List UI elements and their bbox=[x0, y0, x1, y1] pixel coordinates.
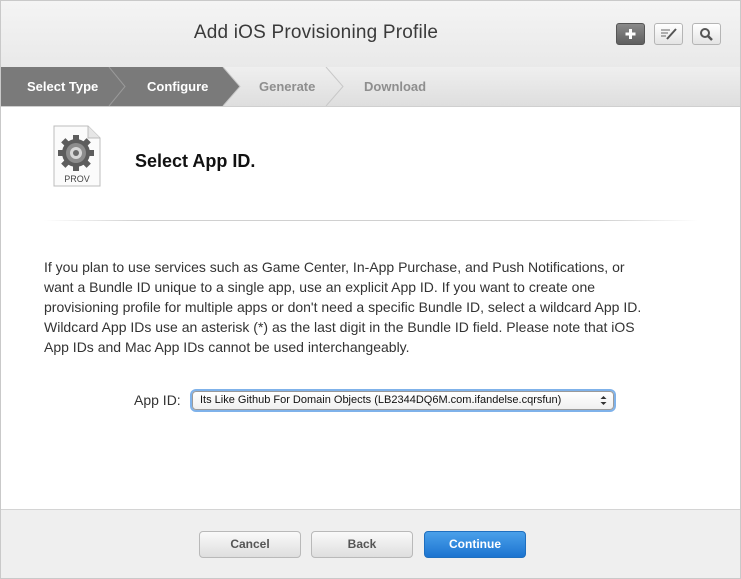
divider bbox=[43, 220, 698, 221]
step-generate: Generate bbox=[259, 79, 316, 94]
step-configure: Configure bbox=[147, 79, 209, 94]
search-button[interactable] bbox=[692, 23, 721, 45]
continue-button[interactable]: Continue bbox=[424, 531, 526, 558]
provisioning-profile-icon: PROV bbox=[52, 124, 102, 193]
page-title: Add iOS Provisioning Profile bbox=[193, 22, 439, 43]
progress-steps: Select Type Configure Generate Download bbox=[1, 67, 740, 107]
cancel-button[interactable]: Cancel bbox=[199, 531, 301, 558]
step-download: Download bbox=[364, 79, 427, 94]
edit-icon bbox=[661, 28, 677, 40]
edit-button[interactable] bbox=[654, 23, 683, 45]
prov-icon-label: PROV bbox=[64, 174, 90, 184]
section-title: Select App ID. bbox=[135, 151, 256, 171]
chevron-updown-icon bbox=[600, 396, 607, 405]
header: Add iOS Provisioning Profile bbox=[1, 1, 740, 68]
back-button[interactable]: Back bbox=[311, 531, 413, 558]
footer: Cancel Back Continue bbox=[1, 509, 740, 578]
add-button[interactable] bbox=[616, 23, 645, 45]
app-id-label: App ID: bbox=[134, 392, 181, 408]
app-id-select[interactable]: Its Like Github For Domain Objects (LB23… bbox=[192, 391, 614, 410]
plus-icon bbox=[625, 29, 636, 39]
step-select-type: Select Type bbox=[27, 79, 99, 94]
dialog-window: Add iOS Provisioning Profile Select Type… bbox=[0, 0, 741, 579]
description-text: If you plan to use services such as Game… bbox=[44, 259, 642, 355]
search-icon bbox=[700, 28, 713, 41]
app-id-selected-value: Its Like Github For Domain Objects (LB23… bbox=[200, 394, 562, 406]
